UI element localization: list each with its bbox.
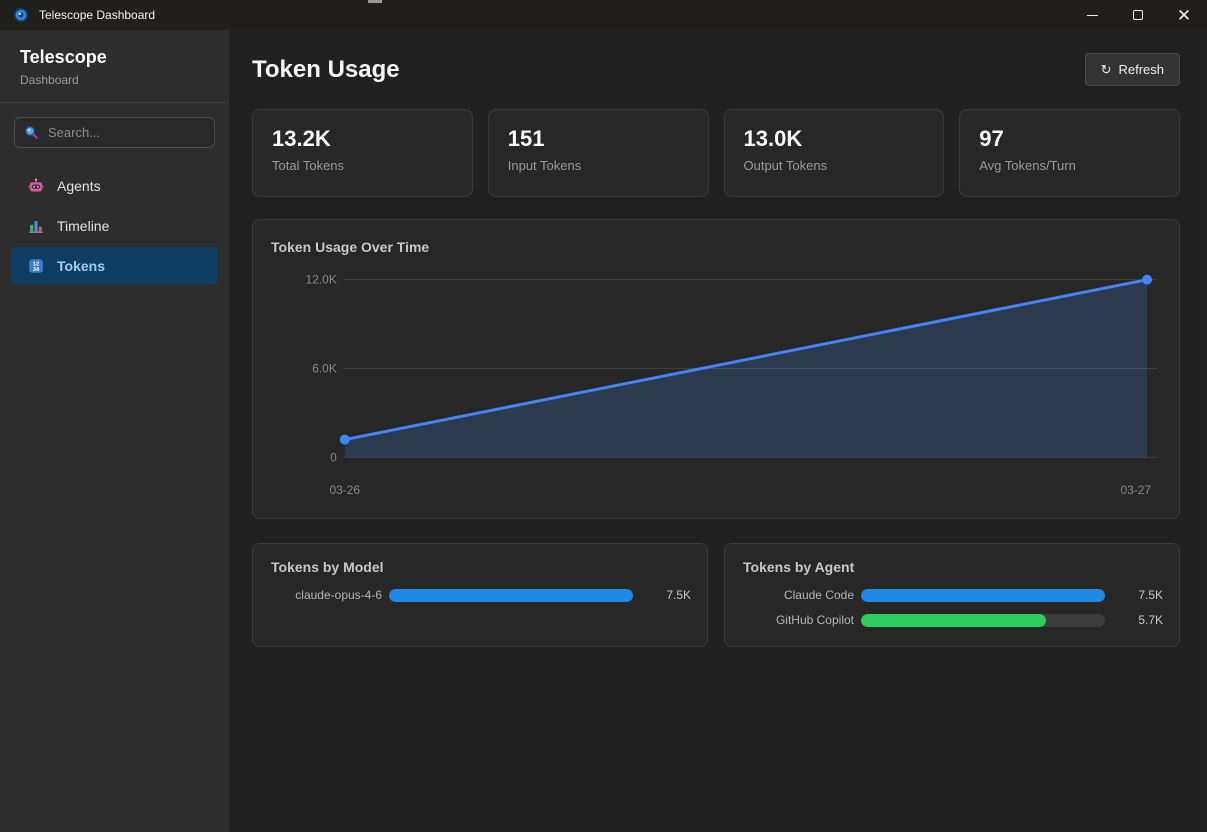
tokens-by-model-card: Tokens by Model claude-opus-4-6 7.5K [252,543,708,647]
stat-value: 13.2K [272,126,453,152]
main-content: Token Usage ↻ Refresh 13.2K Total Tokens… [229,30,1207,832]
close-icon: ✕ [1177,7,1191,24]
search-box[interactable] [14,117,215,148]
bar-fill [389,589,633,602]
token-usage-chart-card: Token Usage Over Time 06.0K12.0K03-2603-… [252,219,1180,519]
stat-card-avg-tokens-turn: 97 Avg Tokens/Turn [959,109,1180,197]
minimize-button[interactable] [1069,0,1115,30]
bar-row-claude-code: Claude Code 7.5K [743,588,1163,602]
tokens-by-agent-card: Tokens by Agent Claude Code 7.5K GitHub … [724,543,1180,647]
refresh-icon: ↻ [1101,62,1112,78]
bar-label: GitHub Copilot [743,613,854,627]
card-title: Tokens by Agent [743,559,1163,575]
bar-fill [861,589,1105,602]
svg-text:6.0K: 6.0K [312,362,337,376]
card-title: Tokens by Model [271,559,691,575]
stats-row: 13.2K Total Tokens 151 Input Tokens 13.0… [252,109,1180,197]
window-controls: ✕ [1069,0,1207,30]
stat-label: Output Tokens [744,158,925,173]
stat-label: Total Tokens [272,158,453,173]
stat-value: 13.0K [744,126,925,152]
token-usage-chart: 0 6.0K 12.0K 03-26 03-27 [253,220,1179,518]
stat-card-total-tokens: 13.2K Total Tokens [252,109,473,197]
bar-value: 7.5K [633,588,691,602]
bar-track [389,589,633,602]
stat-card-input-tokens: 151 Input Tokens [488,109,709,197]
sidebar-nav: Agents Timeline 12 34 [0,160,229,294]
close-button[interactable]: ✕ [1161,0,1207,30]
minimize-icon [1087,15,1098,16]
bar-fill [861,614,1046,627]
titlebar: Telescope Dashboard ✕ [0,0,1207,30]
bar-row-claude-opus: claude-opus-4-6 7.5K [271,588,691,602]
bar-track [861,589,1105,602]
search-input[interactable] [46,124,205,141]
bar-label: claude-opus-4-6 [271,588,382,602]
refresh-label: Refresh [1118,62,1164,77]
sidebar: Telescope Dashboard [0,30,229,832]
robot-icon [28,178,44,194]
bar-track [861,614,1105,627]
stat-card-output-tokens: 13.0K Output Tokens [724,109,945,197]
stat-label: Input Tokens [508,158,689,173]
sidebar-item-timeline[interactable]: Timeline [11,207,218,244]
page-title: Token Usage [252,56,400,84]
stat-value: 97 [979,126,1160,152]
search-icon [24,125,39,140]
input-numbers-icon: 12 34 [28,258,44,274]
app-window: Telescope Dashboard ✕ Telescope Dashboar… [0,0,1207,832]
bar-value: 5.7K [1105,613,1163,627]
bar-value: 7.5K [1105,588,1163,602]
svg-text:03-27: 03-27 [1120,483,1151,497]
background-window-sliver [368,0,382,3]
sidebar-item-tokens[interactable]: 12 34 Tokens [11,247,218,284]
sidebar-item-label: Agents [57,178,101,194]
bar-label: Claude Code [743,588,854,602]
bar-chart-icon [28,218,44,234]
window-title: Telescope Dashboard [39,8,155,22]
refresh-button[interactable]: ↻ Refresh [1085,53,1180,86]
app-name: Telescope [20,47,209,68]
bar-row-github-copilot: GitHub Copilot 5.7K [743,613,1163,627]
maximize-icon [1133,10,1143,20]
svg-text:12.0K: 12.0K [306,273,337,287]
svg-text:0: 0 [330,450,337,464]
stat-label: Avg Tokens/Turn [979,158,1160,173]
sidebar-header: Telescope Dashboard [0,30,229,103]
app-subtitle: Dashboard [20,73,209,87]
sidebar-item-label: Timeline [57,218,109,234]
telescope-app-icon [13,7,29,23]
sidebar-item-label: Tokens [57,258,105,274]
svg-text:03-26: 03-26 [329,483,360,497]
stat-value: 151 [508,126,689,152]
sidebar-item-agents[interactable]: Agents [11,167,218,204]
svg-text:34: 34 [33,267,40,273]
maximize-button[interactable] [1115,0,1161,30]
